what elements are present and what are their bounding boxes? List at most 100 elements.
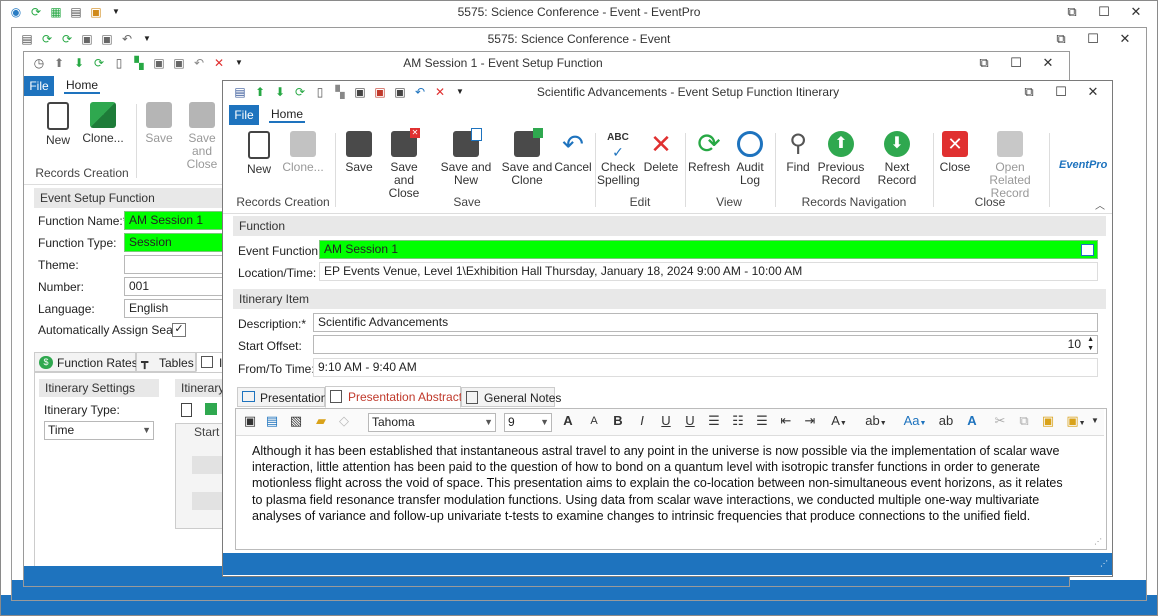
description-input[interactable]: Scientific Advancements — [313, 313, 1098, 332]
save-button[interactable]: Save — [341, 131, 377, 174]
clone-button[interactable]: Clone... — [279, 131, 327, 174]
cancel-icon[interactable]: ✕ — [433, 85, 447, 99]
refresh-icon[interactable]: ⟳ — [293, 85, 307, 99]
delete-button[interactable]: ✕ Delete — [641, 131, 681, 174]
paste-special-icon[interactable]: ▣▼ — [1064, 412, 1088, 430]
language-select[interactable]: English — [124, 299, 224, 318]
resize-grip-icon[interactable]: ⋰ — [1094, 537, 1102, 546]
highlight-icon[interactable]: ab▼ — [862, 412, 890, 430]
calendar-icon[interactable]: ▤ — [233, 85, 247, 99]
close-icon[interactable]: ✕ — [1035, 54, 1061, 72]
open-related-record-button[interactable]: Open Related Record — [975, 131, 1045, 200]
undo-icon[interactable]: ↶ — [192, 56, 206, 70]
maximize-icon[interactable]: ☐ — [1048, 83, 1074, 101]
bold-icon[interactable]: B — [610, 412, 626, 430]
cancel-icon[interactable]: ✕ — [212, 56, 226, 70]
cancel-button[interactable]: ↶ Cancel — [553, 131, 593, 174]
close-button[interactable]: ✕ Close — [935, 131, 975, 174]
restore-icon[interactable]: ⧉ — [1048, 30, 1074, 48]
save-icon[interactable]: ▣ — [353, 85, 367, 99]
find-button[interactable]: ⚲ Find — [779, 131, 817, 174]
clone-icon[interactable]: ▚ — [132, 56, 146, 70]
increase-indent-icon[interactable]: ⇥ — [802, 412, 818, 430]
down-icon[interactable]: ⬇ — [72, 56, 86, 70]
new-icon[interactable] — [181, 403, 192, 417]
restore-icon[interactable]: ⧉ — [1016, 83, 1042, 101]
save-close-icon[interactable]: ▣ — [373, 85, 387, 99]
tab-general-notes[interactable]: General Notes — [461, 387, 561, 407]
maximize-icon[interactable]: ☐ — [1003, 54, 1029, 72]
numbered-list-icon[interactable]: ☷ — [730, 412, 746, 430]
word-icon[interactable]: ▤ — [264, 412, 280, 430]
next-record-button[interactable]: ⬇ Next Record — [865, 131, 929, 187]
previous-record-button[interactable]: ⬆ Previous Record — [817, 131, 865, 187]
cut-icon[interactable]: ✂ — [992, 412, 1008, 430]
save-and-new-button[interactable]: Save and New — [429, 128, 503, 187]
clone-icon[interactable]: ▚ — [333, 85, 347, 99]
number-input[interactable]: 001 — [124, 277, 224, 296]
event-function-input[interactable]: AM Session 1 — [319, 240, 1098, 259]
bullet-list-icon[interactable]: ☰ — [706, 412, 722, 430]
tab-itinerary[interactable]: I — [196, 352, 224, 372]
undo-icon[interactable]: ↶ — [413, 85, 427, 99]
open-folder-icon[interactable]: ▰ — [312, 412, 330, 430]
paste-icon[interactable]: ▣ — [1040, 412, 1056, 430]
save-and-close-button[interactable]: Save and Close — [178, 102, 226, 171]
save-icon[interactable]: ▣ — [152, 56, 166, 70]
tab-presentation-abstract[interactable]: Presentation Abstract — [325, 386, 462, 408]
maximize-icon[interactable]: ☐ — [1080, 30, 1106, 48]
multilevel-list-icon[interactable]: ☰ — [754, 412, 770, 430]
clone-icon[interactable] — [205, 403, 217, 415]
chevron-down-icon[interactable]: ▼ — [540, 414, 549, 431]
up-icon[interactable]: ⬆ — [52, 56, 66, 70]
save-and-close-button[interactable]: ✕ Save and Close — [379, 128, 429, 200]
save-and-clone-button[interactable]: Save and Clone — [501, 128, 553, 187]
spin-up-icon[interactable]: ▲ — [1087, 336, 1094, 344]
close-icon[interactable]: ✕ — [1123, 3, 1149, 21]
refresh-button[interactable]: ⟳ Refresh — [687, 130, 731, 174]
clone-button[interactable]: Clone... — [78, 102, 128, 145]
up-icon[interactable]: ⬆ — [253, 85, 267, 99]
check-spelling-button[interactable]: ABC ✓ Check Spelling — [597, 131, 640, 187]
save-icon[interactable]: ▣ — [242, 412, 258, 430]
start-offset-stepper[interactable]: 10 ▲ ▼ — [313, 335, 1098, 354]
clock-icon[interactable]: ◷ — [32, 56, 46, 70]
underline-icon[interactable]: U — [658, 412, 674, 430]
print-preview-icon[interactable]: ▧ — [288, 412, 304, 430]
new-icon[interactable]: ▯ — [112, 56, 126, 70]
shrink-font-icon[interactable]: A — [586, 412, 602, 430]
lookup-icon[interactable] — [1081, 244, 1094, 256]
close-icon[interactable]: ✕ — [1080, 83, 1106, 101]
grow-font-icon[interactable]: A — [560, 412, 576, 430]
decrease-indent-icon[interactable]: ⇤ — [778, 412, 794, 430]
down-icon[interactable]: ⬇ — [273, 85, 287, 99]
restore-icon[interactable]: ⧉ — [1059, 3, 1085, 21]
grid-row[interactable] — [192, 456, 226, 474]
close-icon[interactable]: ✕ — [1112, 30, 1138, 48]
save-button[interactable]: Save — [140, 102, 178, 145]
new-button[interactable]: New — [239, 131, 279, 176]
toolbar-overflow-icon[interactable]: ▼ — [1090, 412, 1100, 430]
save-new-icon[interactable]: ▣ — [393, 85, 407, 99]
function-type-select[interactable]: Session — [124, 233, 224, 252]
restore-icon[interactable]: ⧉ — [971, 54, 997, 72]
tab-file[interactable]: File — [229, 105, 259, 125]
dropdown-icon[interactable]: ▼ — [232, 56, 246, 70]
font-family-select[interactable]: Tahoma ▼ — [368, 413, 496, 432]
dropdown-icon[interactable]: ▼ — [453, 85, 467, 99]
auto-assign-seats-checkbox[interactable]: ✓ — [172, 323, 186, 337]
function-name-input[interactable]: AM Session 1 — [124, 211, 224, 230]
chevron-down-icon[interactable]: ▼ — [484, 414, 493, 431]
tab-home[interactable]: Home — [269, 107, 306, 123]
collapse-ribbon-icon[interactable]: ︿ — [1095, 197, 1105, 212]
maximize-icon[interactable]: ☐ — [1091, 3, 1117, 21]
audit-log-button[interactable]: Audit Log — [731, 131, 769, 187]
new-button[interactable]: New — [36, 102, 80, 147]
itinerary-type-select[interactable]: Time ▼ — [44, 421, 154, 440]
abstract-text[interactable]: Although it has been established that in… — [252, 443, 1072, 524]
refresh-icon[interactable]: ⟳ — [92, 56, 106, 70]
font-size-select[interactable]: 9 ▼ — [504, 413, 552, 432]
grid-row[interactable] — [192, 492, 226, 510]
tab-file[interactable]: File — [24, 76, 54, 96]
tab-tables[interactable]: ┳ Tables — [136, 352, 196, 372]
